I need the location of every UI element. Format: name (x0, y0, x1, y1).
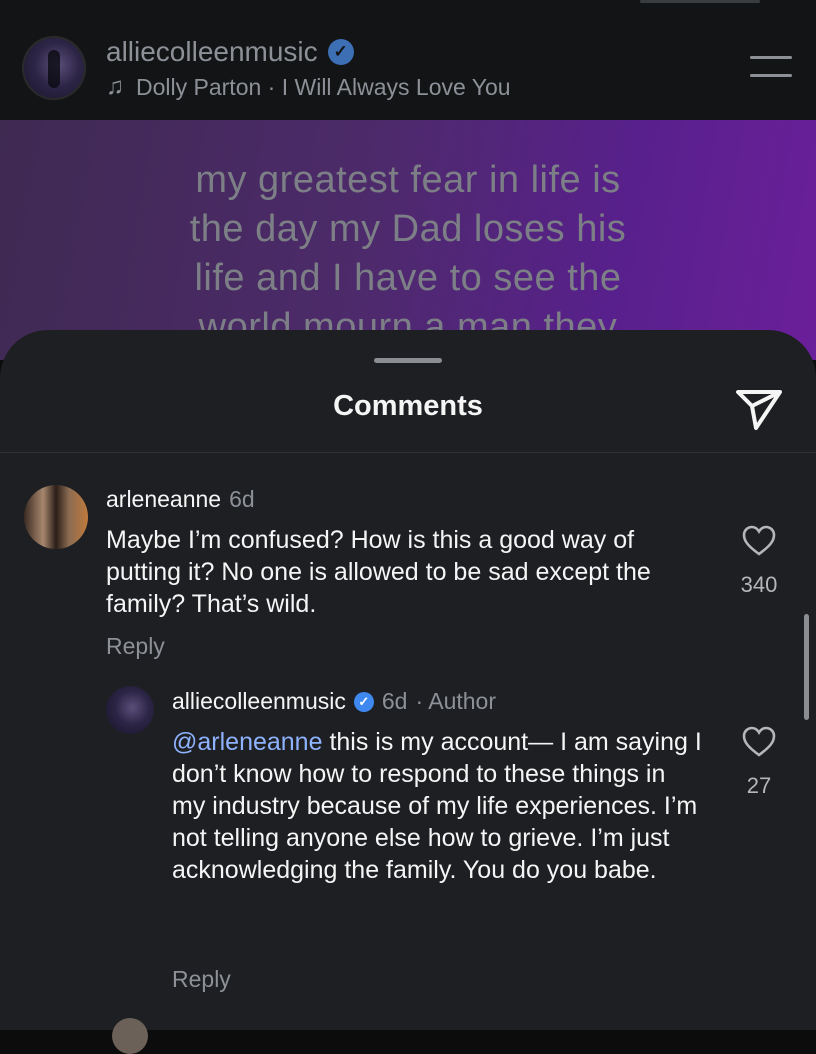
divider (0, 452, 816, 453)
heart-icon[interactable] (742, 726, 776, 758)
share-icon[interactable] (734, 386, 784, 432)
comment-text: @arleneanne this is my account— I am say… (172, 726, 702, 886)
comment-header: alliecolleenmusic ✓ 6d · Author (172, 688, 496, 715)
overlay-line: the day my Dad loses his (189, 208, 627, 250)
overlay-line: life and I have to see the (194, 257, 622, 299)
avatar-figure (48, 50, 60, 88)
avatar[interactable] (112, 1018, 148, 1054)
avatar[interactable] (106, 686, 154, 734)
reel-header: alliecolleenmusic ✓ ♫ Dolly Parton · I W… (0, 0, 816, 120)
comment-header: arleneanne 6d (106, 486, 255, 513)
scrollbar[interactable] (804, 614, 809, 720)
reel-music-label[interactable]: Dolly Parton · I Will Always Love You (136, 74, 511, 101)
comments-sheet: Comments arleneanne 6d Maybe I’m confuse… (0, 330, 816, 1054)
reel-video[interactable]: my greatest fear in life is the day my D… (0, 120, 816, 360)
comment-time: 6d (229, 486, 255, 512)
menu-icon[interactable] (750, 56, 792, 80)
music-note-icon: ♫ (106, 73, 124, 100)
verified-badge-icon: ✓ (327, 39, 354, 65)
comment-time: 6d (381, 688, 408, 714)
avatar[interactable] (24, 485, 88, 549)
reel-author-avatar[interactable] (22, 36, 86, 100)
reply-button[interactable]: Reply (106, 633, 165, 660)
status-indicator (640, 0, 760, 3)
like-count: 27 (746, 773, 772, 798)
reel-text-overlay: my greatest fear in life is the day my D… (130, 156, 686, 352)
comment-username[interactable]: alliecolleenmusic (172, 688, 346, 715)
comment-username[interactable]: arleneanne (106, 486, 221, 513)
heart-icon[interactable] (742, 525, 776, 557)
overlay-line: my greatest fear in life is (195, 159, 621, 201)
reel-music[interactable]: ♫ Dolly Parton · I Will Always Love You (106, 72, 511, 102)
reel-author-username[interactable]: alliecolleenmusic (106, 36, 318, 68)
comment-text: Maybe I’m confused? How is this a good w… (106, 526, 651, 618)
sheet-drag-handle[interactable] (374, 358, 442, 363)
sheet-title: Comments (333, 390, 483, 422)
reel-author[interactable]: alliecolleenmusic ✓ (106, 34, 354, 70)
mention-link[interactable]: @arleneanne (172, 728, 323, 756)
reply-button[interactable]: Reply (172, 966, 231, 993)
like-count: 340 (740, 572, 778, 597)
author-label: · Author (415, 688, 496, 714)
verified-badge-icon: ✓ (353, 691, 374, 712)
